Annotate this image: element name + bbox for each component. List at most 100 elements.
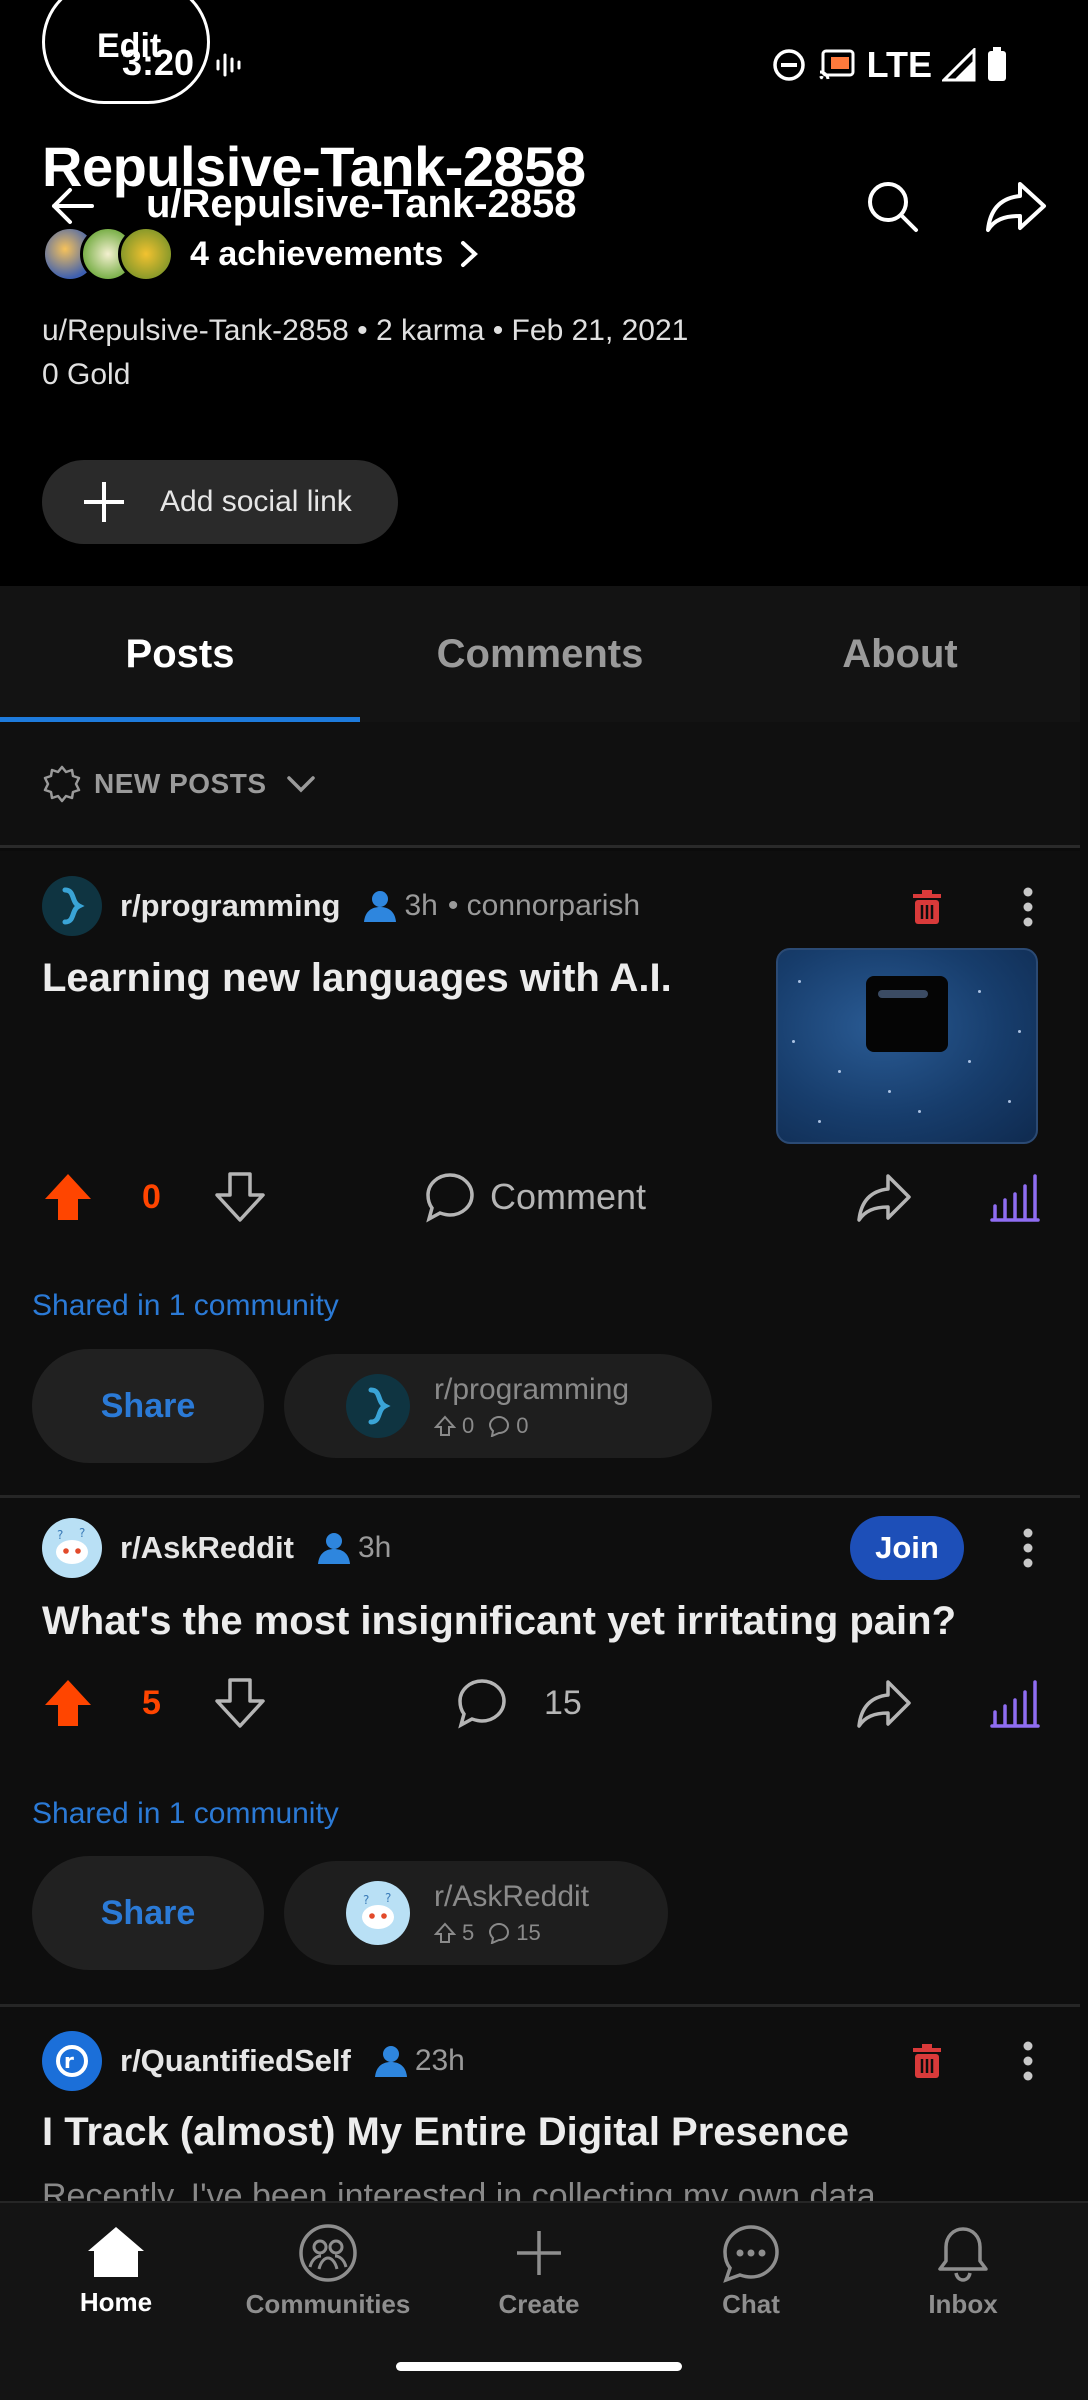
post-card[interactable]: ?? r/AskReddit 3h Join What's the most i… — [0, 1498, 1080, 2004]
subreddit-name[interactable]: r/programming — [120, 888, 340, 924]
sort-selector[interactable]: NEW POSTS — [0, 722, 1080, 848]
battery-icon — [988, 47, 1006, 81]
sort-label: NEW POSTS — [94, 767, 267, 799]
insights-button[interactable] — [990, 1162, 1040, 1232]
downvote-button[interactable] — [214, 1668, 266, 1738]
comment-icon — [426, 1173, 474, 1223]
profile-gold: 0 Gold — [42, 358, 131, 391]
achievements-link[interactable]: 4 achievements — [42, 226, 479, 282]
status-icons: LTE — [771, 44, 1008, 86]
share-post-button[interactable] — [856, 1668, 912, 1738]
nav-inbox[interactable]: Inbox — [883, 2223, 1043, 2320]
add-social-link-button[interactable]: Add social link — [42, 460, 398, 544]
subreddit-avatar-icon[interactable] — [42, 876, 102, 936]
subreddit-avatar-icon: ?? — [346, 1881, 410, 1945]
join-button[interactable]: Join — [850, 1516, 964, 1580]
share-icon — [857, 1174, 911, 1222]
upvote-button[interactable] — [42, 1668, 94, 1738]
upvote-icon — [45, 1680, 91, 1726]
downvote-button[interactable] — [214, 1162, 266, 1232]
nav-create[interactable]: Create — [459, 2223, 619, 2320]
insights-button[interactable] — [990, 1668, 1040, 1738]
post-title[interactable]: What's the most insignificant yet irrita… — [42, 1596, 1042, 1646]
subreddit-avatar-icon — [346, 1374, 410, 1438]
network-label: LTE — [866, 44, 932, 85]
post-time: 23h — [414, 2044, 465, 2077]
community-name: r/AskReddit — [434, 1880, 590, 1913]
community-name: r/programming — [434, 1373, 630, 1406]
more-options-icon[interactable] — [1022, 2041, 1034, 2081]
home-icon — [88, 2227, 144, 2277]
shared-community-chip[interactable]: r/programming 0 0 — [284, 1354, 712, 1458]
upvote-outline-icon — [434, 1922, 456, 1943]
nav-communities[interactable]: Communities — [245, 2223, 411, 2320]
subreddit-avatar-icon[interactable]: ?? — [42, 1518, 102, 1578]
post-card[interactable]: r r/QuantifiedSelf 23h I Track (almost) … — [0, 2007, 1080, 2201]
edit-overlay-button[interactable]: Edit — [42, 0, 210, 104]
nav-chat[interactable]: Chat — [671, 2223, 831, 2320]
nav-label: Chat — [722, 2289, 780, 2319]
upvote-outline-icon — [434, 1415, 456, 1436]
post-author[interactable]: • connorparish — [448, 889, 640, 923]
new-sort-icon — [43, 765, 81, 802]
share-post-button[interactable] — [856, 1162, 912, 1232]
share-button[interactable]: Share — [32, 1856, 264, 1970]
downvote-icon — [215, 1678, 265, 1728]
add-social-link-label: Add social link — [160, 485, 352, 518]
achievement-badges — [42, 226, 174, 282]
bell-icon — [938, 2227, 988, 2282]
achievement-badge-icon — [118, 226, 174, 282]
comment-icon — [489, 1922, 510, 1944]
upvote-button[interactable] — [42, 1162, 94, 1232]
user-icon — [374, 2046, 407, 2077]
signal-icon — [942, 48, 976, 82]
post-time: 3h — [404, 889, 438, 922]
profile-tabs: Posts Comments About — [0, 586, 1080, 722]
post-actions: 0 Comment — [0, 1162, 1080, 1232]
delete-icon[interactable] — [910, 2043, 944, 2079]
home-indicator[interactable] — [396, 2362, 682, 2371]
post-thumbnail[interactable] — [776, 948, 1038, 1144]
communities-icon — [299, 2224, 357, 2282]
delete-icon[interactable] — [910, 889, 944, 925]
svg-text:?: ? — [385, 1891, 391, 1905]
svg-text:?: ? — [57, 1528, 63, 1542]
subreddit-name[interactable]: r/AskReddit — [120, 1530, 294, 1566]
community-votes: 0 — [462, 1413, 475, 1438]
nav-label: Home — [79, 2287, 153, 2317]
sound-wave-icon — [216, 53, 241, 77]
post-title[interactable]: Learning new languages with A.I. — [42, 953, 742, 1003]
share-button[interactable]: Share — [32, 1349, 264, 1463]
vote-count: 5 — [142, 1683, 161, 1722]
tab-comments[interactable]: Comments — [360, 586, 720, 722]
plus-icon — [84, 482, 124, 522]
post-header: r r/QuantifiedSelf 23h — [42, 2029, 465, 2093]
nav-label: Inbox — [928, 2289, 998, 2319]
shared-community-chip[interactable]: ?? r/AskReddit 5 15 — [284, 1861, 668, 1965]
comment-button[interactable]: 15 — [456, 1668, 582, 1738]
search-icon[interactable] — [862, 176, 922, 236]
tab-posts[interactable]: Posts — [0, 586, 360, 722]
cast-icon — [818, 49, 855, 80]
more-options-icon[interactable] — [1022, 1528, 1034, 1568]
subreddit-name[interactable]: r/QuantifiedSelf — [120, 2043, 351, 2079]
post-card[interactable]: r/programming 3h • connorparish Learning… — [0, 851, 1080, 1495]
share-profile-icon[interactable] — [984, 176, 1048, 236]
upvote-icon — [45, 1174, 91, 1220]
nav-label: Communities — [245, 2289, 411, 2319]
downvote-icon — [215, 1172, 265, 1222]
nav-home[interactable]: Home — [36, 2223, 196, 2318]
post-time: 3h — [357, 1531, 392, 1564]
more-options-icon[interactable] — [1022, 887, 1034, 927]
subreddit-avatar-icon[interactable]: r — [42, 2031, 102, 2091]
svg-text:?: ? — [363, 1893, 369, 1907]
shared-in-label[interactable]: Shared in 1 community — [32, 1797, 339, 1831]
comment-count: 15 — [544, 1683, 582, 1722]
dnd-icon — [772, 49, 805, 81]
tab-about[interactable]: About — [720, 586, 1080, 722]
post-header: ?? r/AskReddit 3h — [42, 1516, 391, 1580]
chat-icon — [723, 2225, 779, 2283]
shared-in-label[interactable]: Shared in 1 community — [32, 1289, 339, 1323]
comment-button[interactable]: Comment — [424, 1162, 646, 1232]
post-title[interactable]: I Track (almost) My Entire Digital Prese… — [42, 2107, 1042, 2157]
